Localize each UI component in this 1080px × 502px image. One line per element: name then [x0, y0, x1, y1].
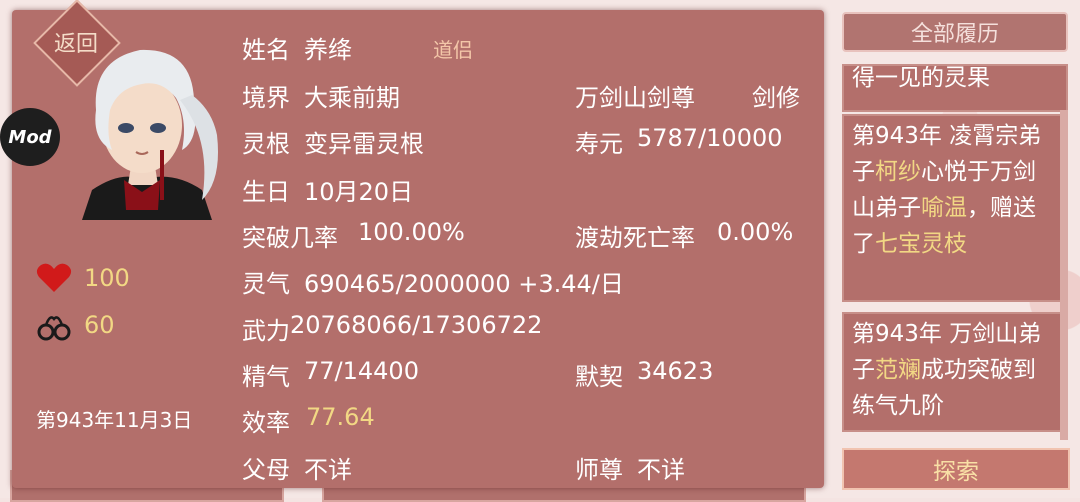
spirit-root-value: 变异雷灵根 [304, 130, 424, 158]
name-value: 养绛 [304, 36, 352, 64]
tribulation-label: 渡劫死亡率 [575, 224, 695, 252]
birthday-value: 10月20日 [304, 178, 414, 206]
name-label: 姓名 [242, 36, 290, 64]
character-portrait [82, 49, 218, 220]
history-card-breakthrough: 第943年 万剑山弟子范斓成功突破到练气九阶 [842, 312, 1068, 432]
explore-button[interactable]: 探索 [842, 448, 1070, 490]
bond-value: 60 [84, 311, 115, 339]
full-history-button[interactable]: 全部履历 [842, 12, 1068, 52]
dao-partner-tag: 道侣 [433, 38, 473, 62]
event1-item: 七宝灵枝 [875, 231, 967, 257]
parents-label: 父母 [242, 456, 290, 484]
rapport-label: 默契 [575, 363, 623, 391]
tribulation-value: 0.00% [717, 218, 794, 246]
birthday-label: 生日 [242, 178, 290, 206]
realm-value: 大乘前期 [304, 84, 400, 112]
event1-name2: 喻温 [921, 195, 967, 221]
rapport-value: 34623 [637, 357, 714, 385]
handcuffs-icon [37, 316, 71, 341]
current-date: 第943年11月3日 [36, 408, 193, 432]
history-sidebar: 全部履历 得一见的灵果 第943年 凌霄宗弟子柯纱心悦于万剑山弟子喻温，赠送了七… [842, 10, 1070, 498]
hp-value: 100 [84, 264, 130, 292]
mod-badge[interactable]: Mod [0, 108, 60, 166]
realm-label: 境界 [242, 84, 290, 112]
sect-title: 万剑山剑尊 [575, 84, 695, 112]
power-label: 武力 [242, 317, 290, 345]
parents-value: 不详 [304, 456, 352, 484]
efficiency-label: 效率 [242, 409, 290, 437]
event2-name: 范斓 [875, 357, 921, 383]
essence-value: 77/14400 [304, 357, 419, 385]
power-value: 20768066/17306722 [290, 311, 543, 339]
lifespan-label: 寿元 [575, 130, 623, 158]
breakthrough-label: 突破几率 [242, 224, 338, 252]
spiritual-qi-label: 灵气 [242, 270, 290, 298]
history-card-partial-text: 得一见的灵果 [852, 65, 990, 91]
heart-icon [36, 263, 72, 292]
breakthrough-value: 100.00% [358, 218, 465, 246]
master-label: 师尊 [575, 456, 623, 484]
history-card-gift: 第943年 凌霄宗弟子柯纱心悦于万剑山弟子喻温，赠送了七宝灵枝 [842, 114, 1068, 302]
spirit-root-label: 灵根 [242, 130, 290, 158]
event1-name1: 柯纱 [875, 159, 921, 185]
history-scrollbar[interactable] [1060, 110, 1068, 440]
lifespan-value: 5787/10000 [637, 124, 783, 152]
class-label: 剑修 [752, 84, 800, 112]
master-value: 不详 [637, 456, 685, 484]
efficiency-value: 77.64 [306, 403, 375, 431]
spiritual-qi-value: 690465/2000000 +3.44/日 [304, 270, 624, 298]
essence-label: 精气 [242, 363, 290, 391]
history-card-partial: 得一见的灵果 [842, 64, 1068, 112]
